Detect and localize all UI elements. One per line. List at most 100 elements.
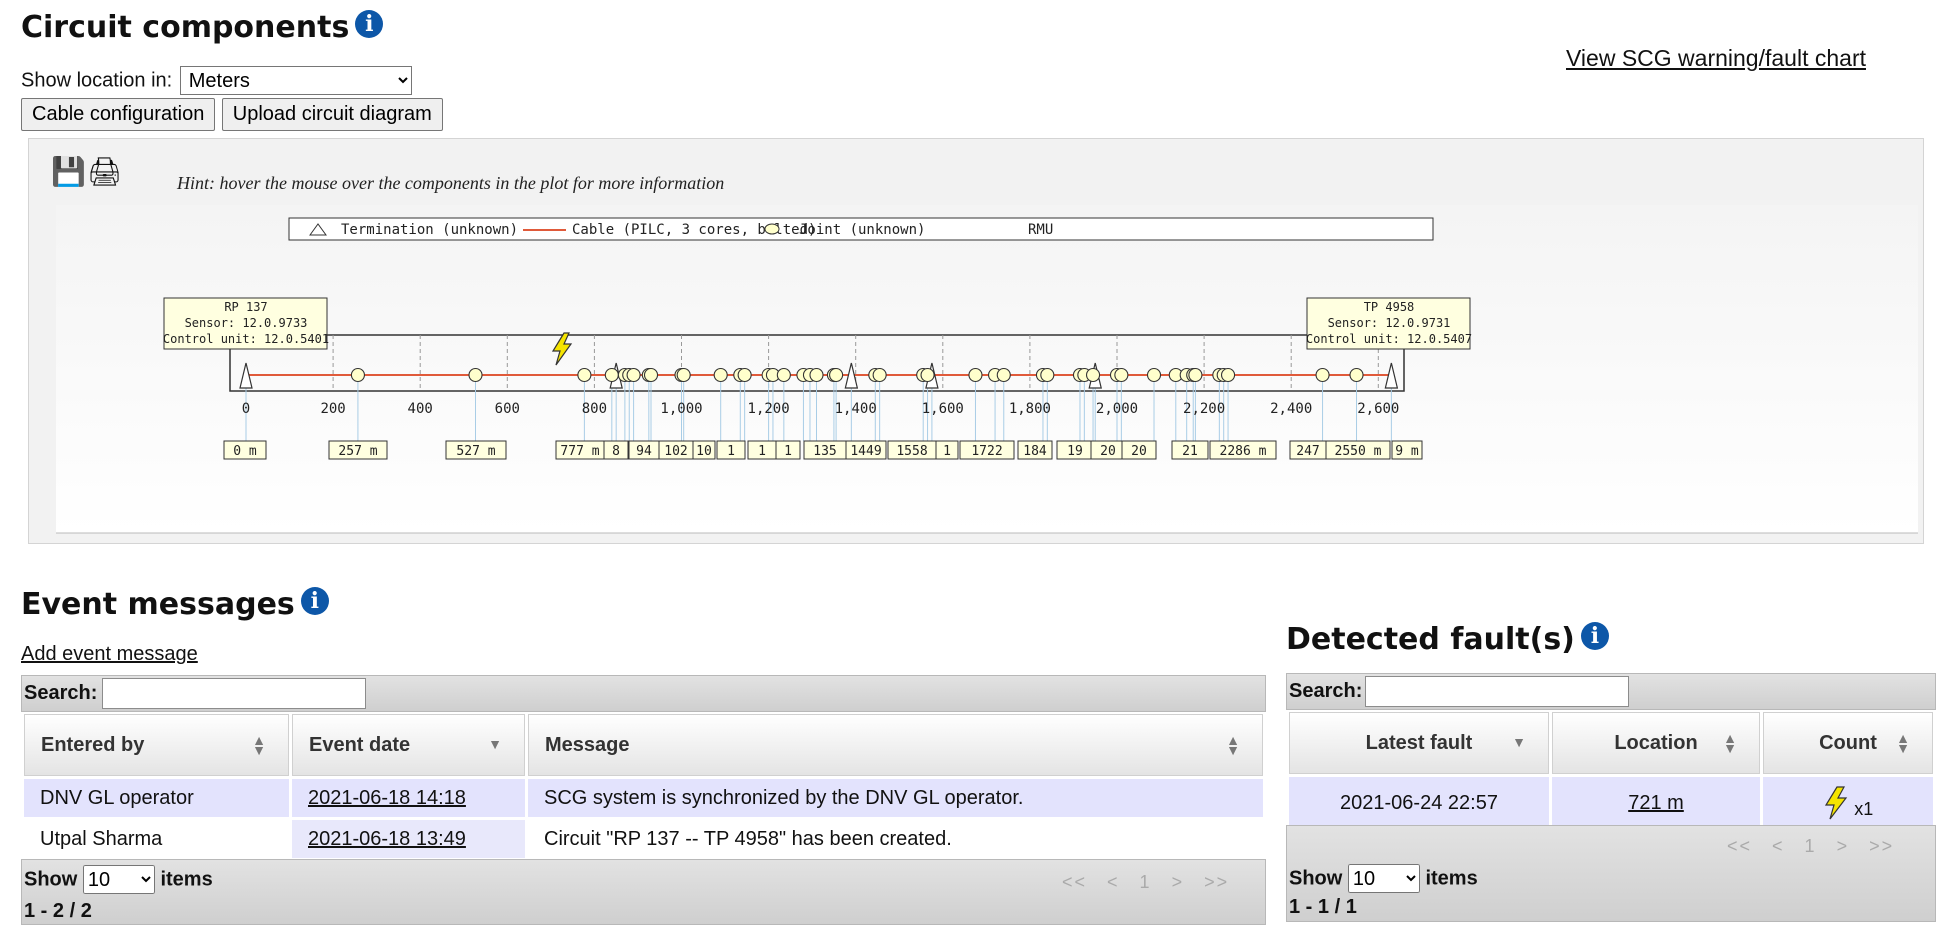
table-row[interactable]: DNV GL operator 2021-06-18 14:18 SCG sys… xyxy=(24,779,1263,817)
location-unit-select[interactable]: Meters xyxy=(179,66,412,95)
entered-by-cell: DNV GL operator xyxy=(24,779,289,817)
pager-first[interactable]: << xyxy=(1727,836,1752,857)
joint-marker[interactable] xyxy=(1349,367,1364,383)
info-icon[interactable]: i xyxy=(355,10,384,38)
pager-last[interactable]: >> xyxy=(1869,836,1894,857)
info-icon[interactable]: i xyxy=(300,587,329,615)
event-search-input[interactable] xyxy=(102,678,366,709)
table-row[interactable]: 2021-06-24 22:57 721 m x1 xyxy=(1289,777,1933,829)
table-row[interactable]: Utpal Sharma 2021-06-18 13:49 Circuit "R… xyxy=(24,820,1263,858)
joint-marker[interactable] xyxy=(350,367,365,383)
tick-label: 2,200 xyxy=(1183,401,1225,417)
col-event-date[interactable]: Event date ▼ xyxy=(292,714,525,776)
joint-marker[interactable] xyxy=(968,367,983,383)
col-location[interactable]: Location ▲ ▼ xyxy=(1552,712,1760,774)
distance-label[interactable]: 21 xyxy=(1182,444,1198,459)
sort-icon: ▲ ▼ xyxy=(1226,732,1240,758)
pager-prev[interactable]: < xyxy=(1772,836,1785,857)
distance-label[interactable]: 1449 xyxy=(850,444,881,459)
tick-label: 200 xyxy=(320,401,345,417)
joint-marker[interactable] xyxy=(872,367,887,383)
distance-label[interactable]: 2286 m xyxy=(1220,444,1267,459)
pager-page[interactable]: 1 xyxy=(1805,836,1817,857)
distance-label[interactable]: 135 xyxy=(813,444,836,459)
pager-next[interactable]: > xyxy=(1837,836,1850,857)
distance-label[interactable]: 257 m xyxy=(338,444,377,459)
start-sensor: Sensor: 12.0.9733 xyxy=(185,316,308,330)
distance-label[interactable]: 20 xyxy=(1131,444,1147,459)
detected-faults-header: Detected fault(s) i xyxy=(1286,622,1609,657)
distance-label[interactable]: 1 xyxy=(784,444,792,459)
distance-label[interactable]: 2550 m xyxy=(1335,444,1382,459)
start-info-box[interactable]: RP 137 Sensor: 12.0.9733 Control unit: 1… xyxy=(163,297,329,350)
joint-marker[interactable] xyxy=(626,367,641,383)
fault-page-size-select[interactable]: 10 xyxy=(1347,864,1420,893)
joint-marker[interactable] xyxy=(1040,367,1055,383)
joint-marker[interactable] xyxy=(829,367,844,383)
distance-label[interactable]: 184 xyxy=(1023,444,1047,459)
distance-label[interactable]: 20 xyxy=(1100,444,1116,459)
event-messages-header: Event messages i xyxy=(21,587,329,622)
joint-marker[interactable] xyxy=(468,367,483,383)
event-page-size-select[interactable]: 10 xyxy=(82,865,155,894)
joint-marker[interactable] xyxy=(676,367,691,383)
joint-marker[interactable] xyxy=(776,367,791,383)
col-count[interactable]: Count ▲ ▼ xyxy=(1763,712,1933,774)
fault-search-input[interactable] xyxy=(1365,676,1629,707)
pager-next[interactable]: > xyxy=(1172,872,1185,893)
joint-marker[interactable] xyxy=(1114,367,1129,383)
distance-label[interactable]: 777 m xyxy=(560,444,599,459)
joint-marker[interactable] xyxy=(604,367,619,383)
joint-marker[interactable] xyxy=(1315,367,1330,383)
distance-label[interactable]: 0 m xyxy=(233,444,257,459)
scg-chart-link[interactable]: View SCG warning/fault chart xyxy=(1566,45,1866,72)
end-info-box[interactable]: TP 4958 Sensor: 12.0.9731 Control unit: … xyxy=(1306,297,1472,350)
detected-faults-title: Detected fault(s) xyxy=(1286,622,1575,657)
col-message[interactable]: Message ▲ ▼ xyxy=(528,714,1263,776)
distance-label[interactable]: 102 xyxy=(664,444,687,459)
distance-label[interactable]: 1 xyxy=(727,444,735,459)
fault-location-link[interactable]: 721 m xyxy=(1628,792,1684,814)
entered-by-cell: Utpal Sharma xyxy=(40,827,163,850)
save-icon[interactable]: 💾 xyxy=(51,157,86,187)
circuit-plot[interactable]: Termination (unknown) Cable (PILC, 3 cor… xyxy=(56,205,1918,535)
pager-page[interactable]: 1 xyxy=(1140,872,1152,893)
distance-label[interactable]: 1 xyxy=(943,444,951,459)
pager-last[interactable]: >> xyxy=(1204,872,1229,893)
joint-marker[interactable] xyxy=(737,367,752,383)
col-latest-fault[interactable]: Latest fault ▼ xyxy=(1289,712,1549,774)
end-control: Control unit: 12.0.5407 xyxy=(1306,332,1472,346)
distance-label[interactable]: 1722 xyxy=(971,444,1002,459)
joint-marker[interactable] xyxy=(643,367,659,383)
info-icon[interactable]: i xyxy=(1580,622,1609,650)
joint-marker[interactable] xyxy=(1146,367,1162,383)
distance-label[interactable]: 1558 xyxy=(896,444,927,459)
joint-marker[interactable] xyxy=(713,367,728,383)
distance-label[interactable]: 9 m xyxy=(1395,444,1419,459)
print-icon[interactable]: 🖨 xyxy=(87,157,123,187)
distance-label[interactable]: 94 xyxy=(636,444,652,459)
joint-marker[interactable] xyxy=(920,367,935,383)
joint-marker[interactable] xyxy=(996,367,1011,383)
joint-marker[interactable] xyxy=(809,367,824,383)
distance-label[interactable]: 247 xyxy=(1296,444,1319,459)
joint-marker[interactable] xyxy=(1085,367,1101,383)
joint-marker[interactable] xyxy=(1221,367,1236,383)
fault-search-bar: Search: xyxy=(1286,673,1936,710)
col-entered-by[interactable]: Entered by ▲ ▼ xyxy=(24,714,289,776)
distance-label[interactable]: 8 xyxy=(612,444,620,459)
pager-prev[interactable]: < xyxy=(1107,872,1120,893)
pager-first[interactable]: << xyxy=(1062,872,1087,893)
event-date-link[interactable]: 2021-06-18 13:49 xyxy=(308,828,466,850)
joint-marker[interactable] xyxy=(577,367,592,383)
add-event-message-link[interactable]: Add event message xyxy=(21,643,198,666)
distance-label[interactable]: 10 xyxy=(696,444,712,459)
event-date-link[interactable]: 2021-06-18 14:18 xyxy=(308,787,466,809)
joint-marker[interactable] xyxy=(1188,367,1203,383)
distance-label[interactable]: 1 xyxy=(758,444,766,459)
distance-label[interactable]: 527 m xyxy=(456,444,495,459)
upload-circuit-diagram-button[interactable]: Upload circuit diagram xyxy=(221,98,443,131)
cable-configuration-button[interactable]: Cable configuration xyxy=(21,98,216,131)
distance-label[interactable]: 19 xyxy=(1067,444,1083,459)
show-label: Show xyxy=(1289,867,1343,890)
